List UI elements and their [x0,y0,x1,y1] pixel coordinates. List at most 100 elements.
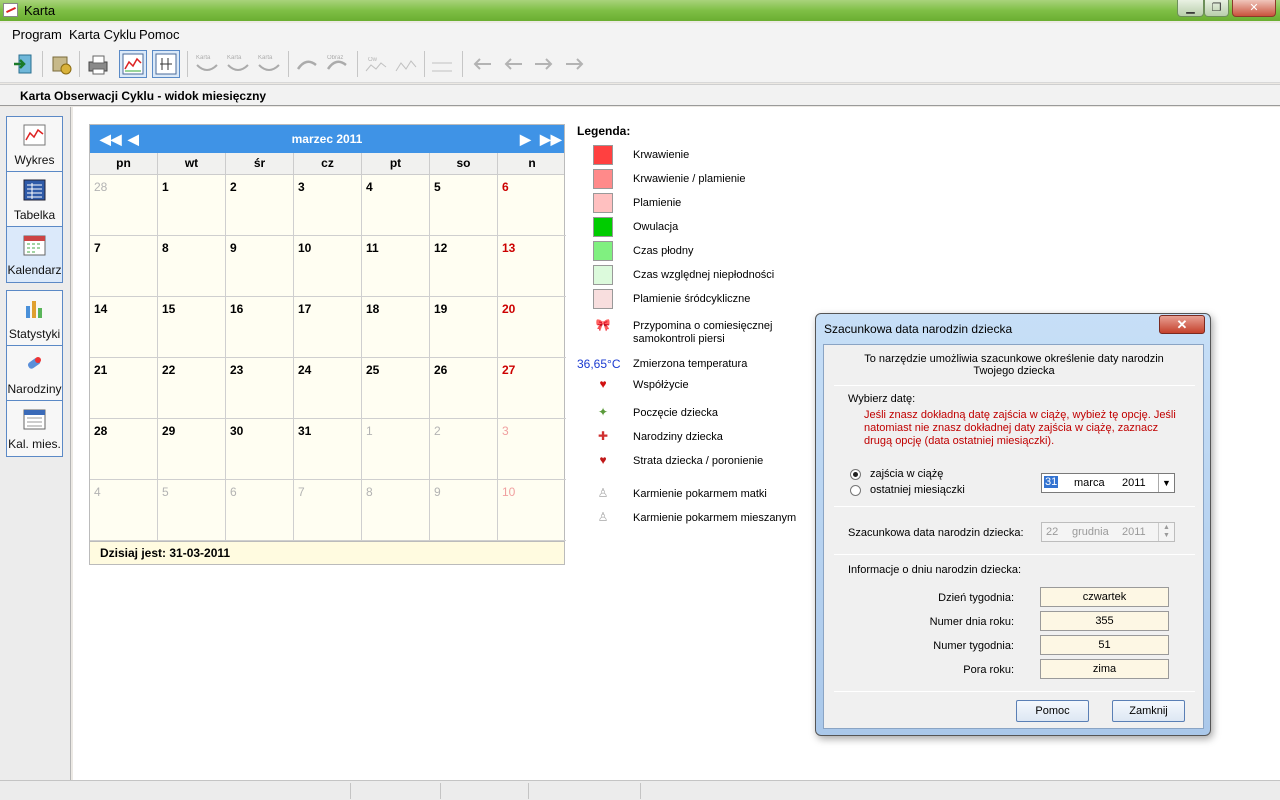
calendar-day[interactable]: 18 [362,297,430,358]
date-picker[interactable]: 31 marca 2011 ▼ [1041,473,1175,493]
calendar-day[interactable]: 5 [430,175,498,236]
calendar-day[interactable]: 20 [498,297,566,358]
exit-button[interactable] [10,50,38,78]
calendar-day[interactable]: 6 [226,480,294,541]
calendar-day[interactable]: 31 [294,419,362,480]
close-window-button[interactable]: ✕ [1232,0,1276,17]
calendar-day[interactable]: 29 [158,419,226,480]
sidebar-item-wykres[interactable]: Wykres [7,117,62,172]
sidebar-item-narodziny[interactable]: Narodziny [7,346,62,401]
sidebar-item-label: Kalendarz [7,263,62,277]
calendar-day[interactable]: 21 [90,358,158,419]
next-month-icon[interactable]: ▶ [520,131,531,148]
help-button[interactable]: Pomoc [1016,700,1089,722]
legend-title: Legenda: [577,124,631,138]
arrow-button-3[interactable] [530,50,558,78]
calendar-day[interactable]: 4 [362,175,430,236]
toolbar: Karta Karta Karta Obraz Ow [0,45,1280,83]
weekday-6: n [528,156,536,170]
sidebar-item-statystyki[interactable]: Statystyki [7,291,62,346]
weekday-2: śr [226,153,294,175]
calendar-day[interactable]: 7 [294,480,362,541]
chart-button-3[interactable] [428,50,456,78]
option-conception-label[interactable]: zajścia w ciążę [870,468,943,480]
calendar-day[interactable]: 28 [90,175,158,236]
info-season-value: zima [1040,659,1169,679]
menu-program[interactable]: Program [12,27,62,42]
info-season-label: Pora roku: [963,664,1014,676]
calendar-day[interactable]: 12 [430,236,498,297]
date-year[interactable]: 2011 [1122,477,1146,489]
calendar-day[interactable]: 30 [226,419,294,480]
sidebar-item-tabelka[interactable]: Tabelka [7,172,62,227]
calendar-day[interactable]: 11 [362,236,430,297]
next-year-icon[interactable]: ▶▶ [540,131,562,148]
calendar-day[interactable]: 2 [226,175,294,236]
sidebar-item-kal-mies[interactable]: Kal. mies. [7,401,62,456]
menu-pomoc[interactable]: Pomoc [139,27,179,42]
calendar-day[interactable]: 16 [226,297,294,358]
option-conception-radio[interactable] [850,469,861,480]
karta-button-2[interactable]: Karta [224,50,252,78]
settings-button[interactable] [47,50,75,78]
calendar-day[interactable]: 10 [294,236,362,297]
hands-button-1[interactable] [293,50,321,78]
menu-karta-cyklu[interactable]: Karta Cyklu [69,27,136,42]
calendar-day[interactable]: 15 [158,297,226,358]
calendar-day[interactable]: 13 [498,236,566,297]
arrow-button-1[interactable] [468,50,496,78]
date-month[interactable]: marca [1074,477,1105,489]
dialog-close-button[interactable]: ✕ [1159,315,1205,334]
calendar-day[interactable]: 28 [90,419,158,480]
hands-icon [296,60,317,70]
calendar-day[interactable]: 17 [294,297,362,358]
calendar-day[interactable]: 3 [498,419,566,480]
chevron-down-icon[interactable]: ▼ [1158,474,1174,492]
calendar-day[interactable]: 8 [158,236,226,297]
calendar-day[interactable]: 25 [362,358,430,419]
sidebar-item-label: Tabelka [13,208,56,222]
ow-chart-button[interactable]: Ow [362,50,390,78]
karta-icon: Karta [258,55,280,71]
cycle-view-button[interactable] [152,50,180,78]
calendar-day[interactable]: 5 [158,480,226,541]
calendar-day[interactable]: 1 [362,419,430,480]
option-last-period-radio[interactable] [850,485,861,496]
close-button[interactable]: Zamknij [1112,700,1185,722]
date-day[interactable]: 31 [1044,476,1059,488]
restore-button[interactable]: ❐ [1204,0,1229,17]
svg-text:Obraz: Obraz [327,55,343,61]
calendar-day[interactable]: 10 [498,480,566,541]
calendar-day[interactable]: 9 [226,236,294,297]
chart-view-button[interactable] [119,50,147,78]
calendar-day[interactable]: 4 [90,480,158,541]
baby-icon [27,357,41,369]
sidebar-item-kalendarz[interactable]: Kalendarz [7,227,62,282]
arrow-button-4[interactable] [561,50,589,78]
karta-button-3[interactable]: Karta [255,50,283,78]
calendar-day[interactable]: 14 [90,297,158,358]
calendar-day[interactable]: 1 [158,175,226,236]
settings-icon [52,56,72,75]
option-last-period-label[interactable]: ostatniej miesiączki [870,484,965,496]
calendar-day[interactable]: 2 [430,419,498,480]
minimize-button[interactable]: ▁ [1177,0,1204,17]
calendar-day[interactable]: 27 [498,358,566,419]
calendar-day[interactable]: 23 [226,358,294,419]
calendar-day[interactable]: 19 [430,297,498,358]
chart-button-2[interactable] [392,50,420,78]
calendar-day[interactable]: 7 [90,236,158,297]
print-button[interactable] [84,50,112,78]
karta-button-1[interactable]: Karta [193,50,221,78]
calendar-day[interactable]: 3 [294,175,362,236]
calendar-day[interactable]: 6 [498,175,566,236]
arrow-button-2[interactable] [499,50,527,78]
calendar-day[interactable]: 22 [158,358,226,419]
calendar-day[interactable]: 26 [430,358,498,419]
obraz-button[interactable]: Obraz [323,50,351,78]
calendar-day[interactable]: 8 [362,480,430,541]
calendar-day[interactable]: 9 [430,480,498,541]
legend-swatch [593,145,613,165]
estimate-label: Szacunkowa data narodzin dziecka: [848,527,1024,539]
calendar-day[interactable]: 24 [294,358,362,419]
